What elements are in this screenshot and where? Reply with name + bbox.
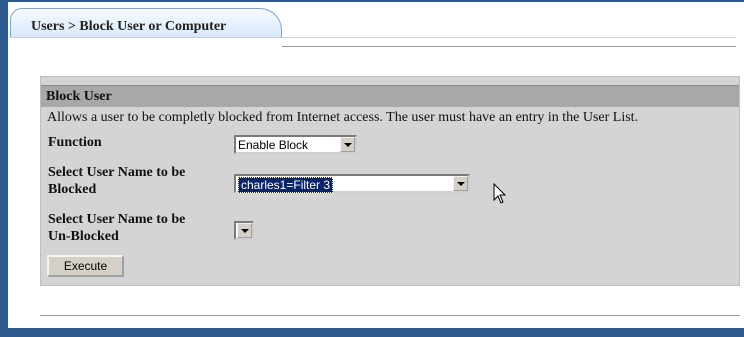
footer-divider (40, 315, 740, 316)
function-select[interactable]: Enable Block (234, 135, 357, 154)
unblock-user-select[interactable] (234, 221, 254, 240)
panel-description: Allows a user to be completly blocked fr… (47, 110, 639, 125)
chevron-down-icon[interactable] (453, 176, 468, 191)
tab-label: Users > Block User or Computer (31, 19, 227, 34)
block-user-select[interactable]: charles1=Filter 3 (234, 174, 470, 193)
panel-header: Block User (41, 85, 739, 107)
panel-title: Block User (46, 89, 112, 104)
block-user-label-line2: Blocked (48, 182, 97, 197)
function-label: Function (48, 135, 102, 150)
tab-divider (10, 37, 736, 38)
unblock-user-label: Select User Name to be Un-Blocked (48, 211, 185, 245)
block-user-panel: Block User Allows a user to be completly… (40, 76, 740, 286)
block-user-label-line1: Select User Name to be (48, 165, 186, 180)
block-user-select-value: charles1=Filter 3 (238, 177, 334, 193)
tab-block-user[interactable]: Users > Block User or Computer (10, 8, 282, 38)
window-bottom-bar (0, 328, 744, 337)
unblock-user-label-line1: Select User Name to be (48, 212, 186, 227)
block-user-label: Select User Name to be Blocked (48, 164, 185, 198)
tab-divider-secondary (282, 46, 736, 47)
execute-button[interactable]: Execute (47, 255, 124, 277)
mouse-pointer-icon (493, 183, 507, 204)
unblock-user-label-line2: Un-Blocked (48, 229, 119, 244)
function-select-value: Enable Block (238, 138, 309, 152)
chevron-down-icon[interactable] (237, 223, 252, 238)
chevron-down-icon[interactable] (340, 137, 355, 152)
